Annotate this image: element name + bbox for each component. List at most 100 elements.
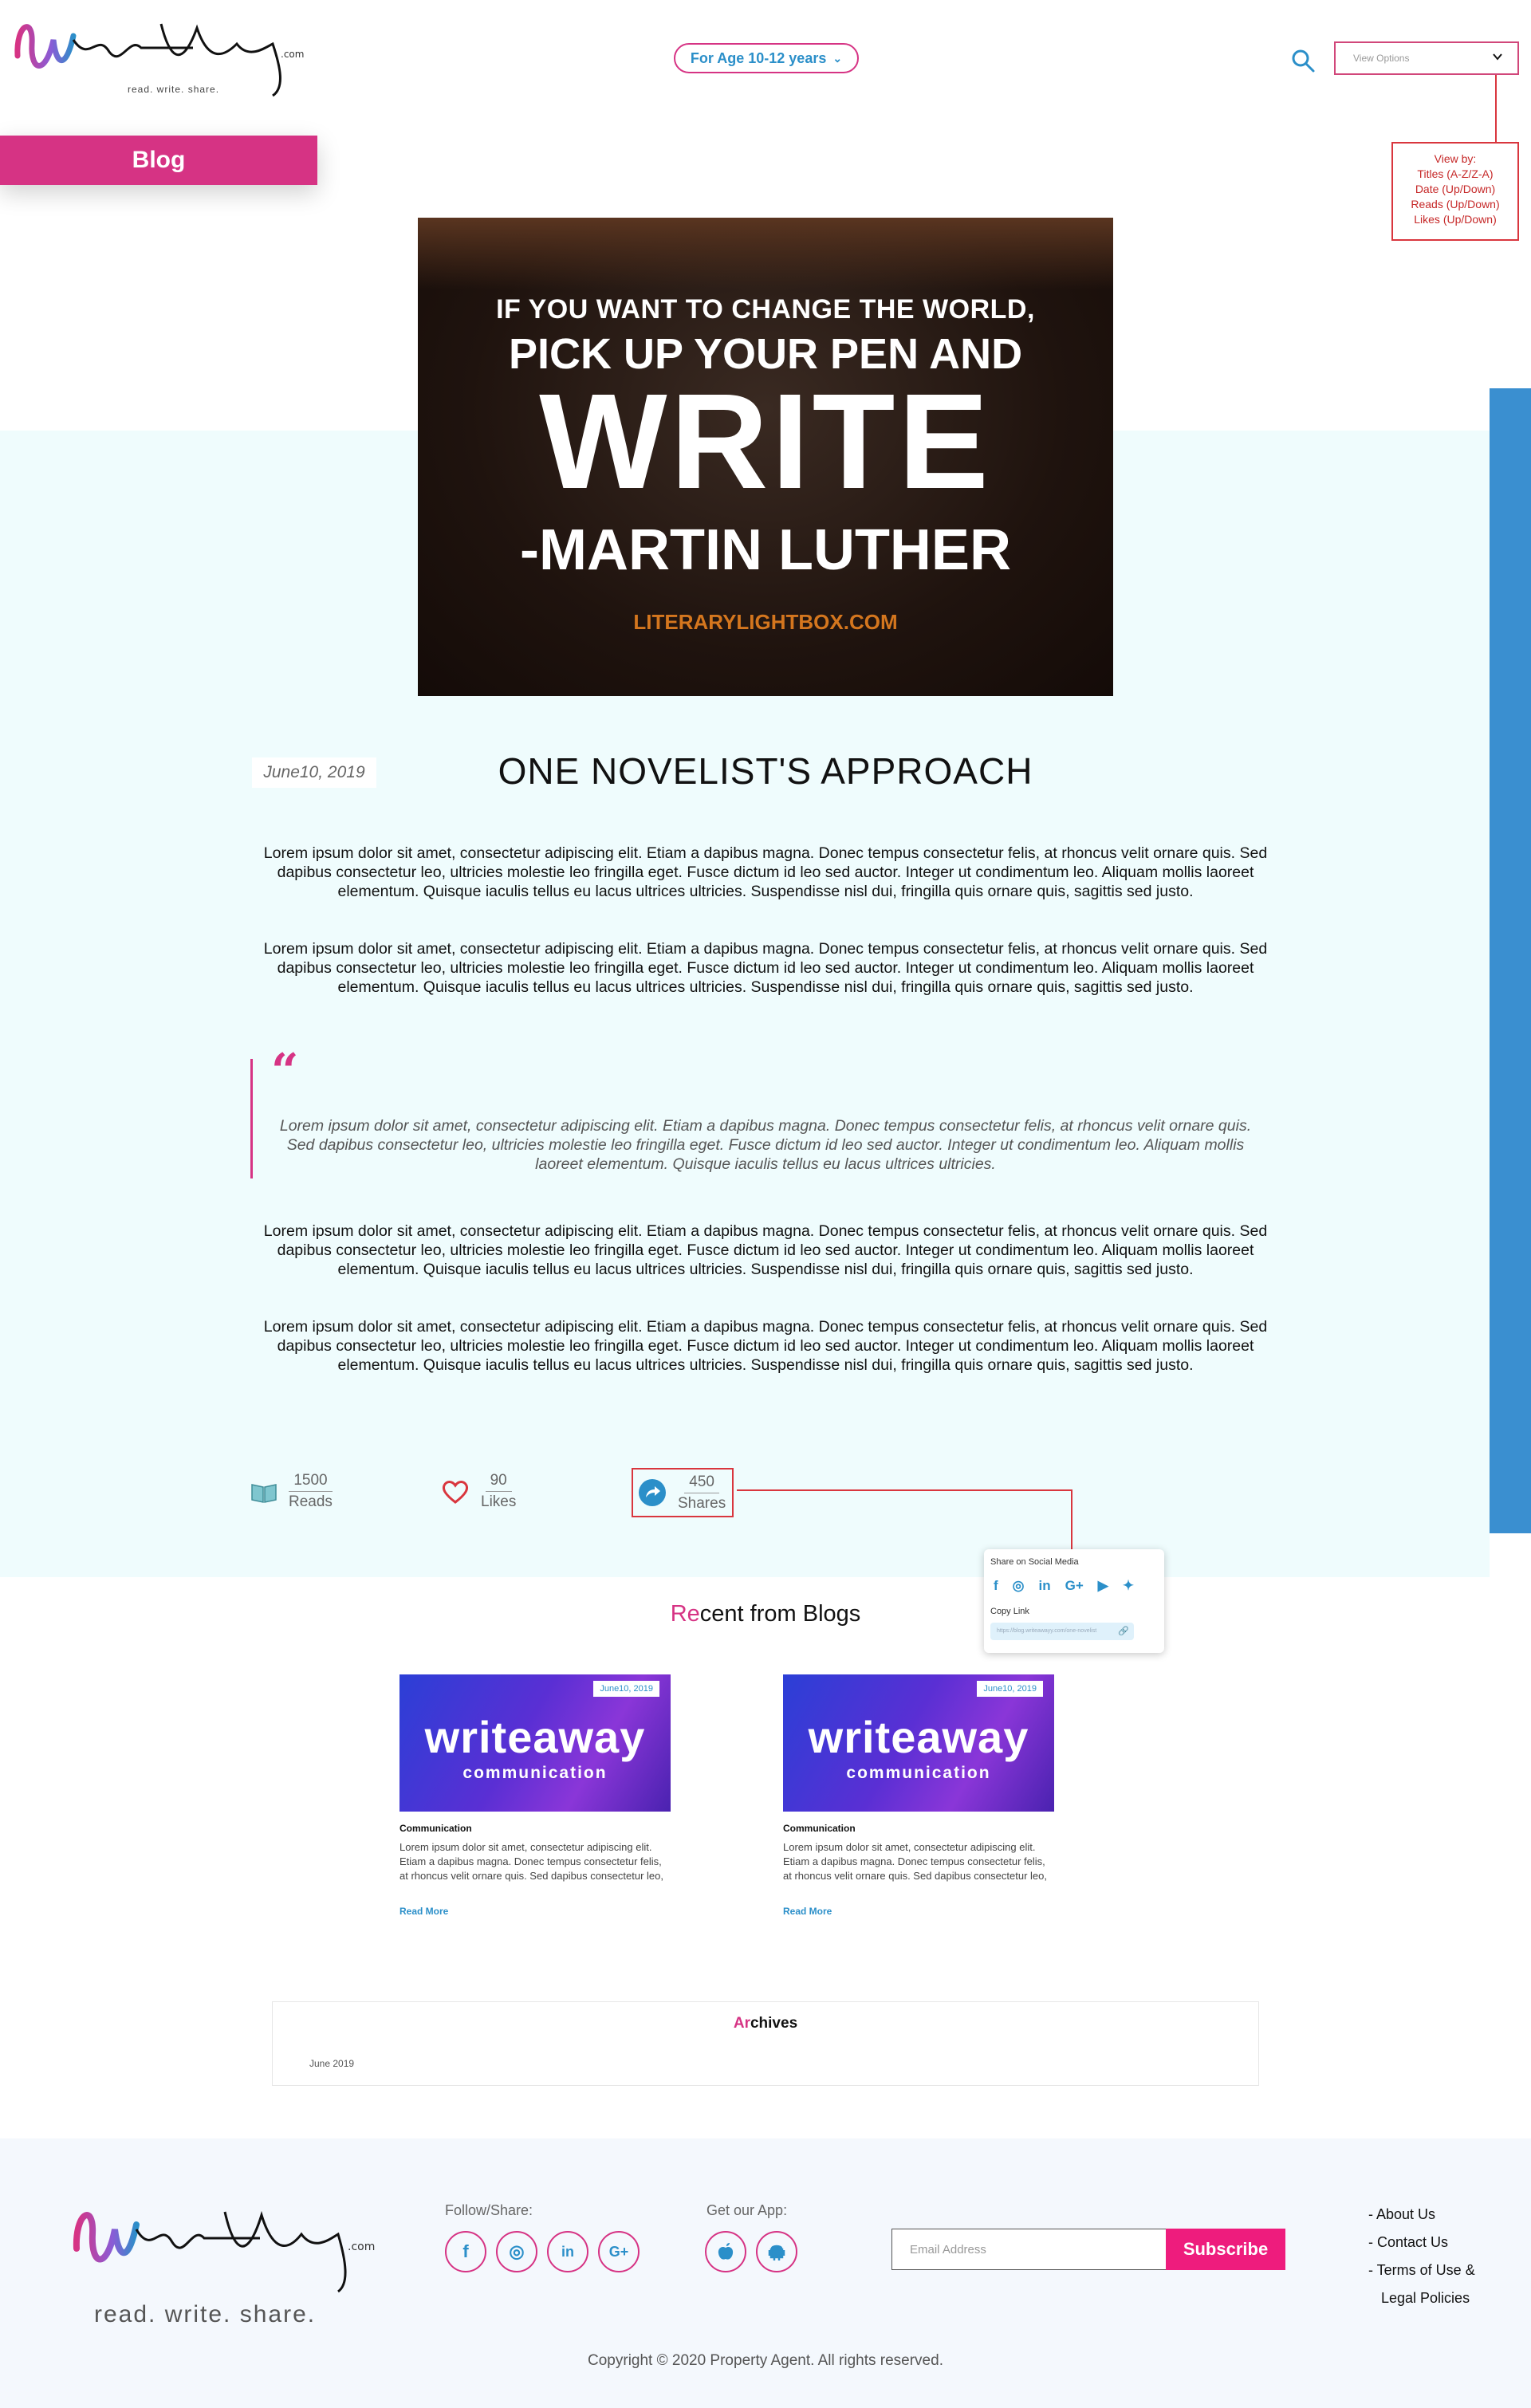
twitter-icon[interactable]: ✦: [1123, 1578, 1134, 1594]
blog-card-date: June10, 2019: [977, 1681, 1043, 1697]
copyright: Copyright © 2020 Property Agent. All rig…: [588, 2352, 943, 2369]
quote-icon: “: [271, 1044, 299, 1100]
linkedin-icon[interactable]: in: [547, 2231, 588, 2272]
google-plus-icon[interactable]: G+: [1065, 1578, 1084, 1594]
blog-card-image[interactable]: June10, 2019 writeaway communication: [783, 1674, 1054, 1812]
footer-tagline: read. write. share.: [94, 2301, 317, 2327]
chevron-down-icon: ⌄: [832, 51, 843, 65]
linkedin-icon[interactable]: in: [1039, 1578, 1051, 1594]
instagram-icon[interactable]: ◎: [496, 2231, 537, 2272]
right-scroll-bar[interactable]: [1490, 388, 1531, 1533]
post-paragraph: Lorem ipsum dolor sit amet, consectetur …: [263, 1318, 1268, 1374]
share-popup-title: Share on Social Media: [990, 1557, 1079, 1567]
post-date: June10, 2019: [252, 757, 376, 788]
hero-text-line: IF YOU WANT TO CHANGE THE WORLD,: [496, 294, 1035, 325]
view-note-item: Reads (Up/Down): [1411, 198, 1500, 211]
android-glyph: [768, 2245, 785, 2260]
blog-card-category: Communication: [783, 1823, 856, 1834]
app-title: Get our App:: [706, 2202, 788, 2218]
shares-count: 450: [684, 1472, 719, 1493]
footer-logo[interactable]: .com: [69, 2193, 388, 2304]
archive-item[interactable]: June 2019: [309, 2058, 354, 2069]
view-note-item: Titles (A-Z/Z-A): [1417, 167, 1494, 180]
reads-stat: 1500 Reads: [250, 1470, 333, 1513]
google-plus-icon[interactable]: G+: [598, 2231, 640, 2272]
age-filter-button[interactable]: For Age 10-12 years ⌄: [674, 43, 859, 73]
recent-title-rest: cent from Blogs: [699, 1601, 861, 1627]
age-filter-label: For Age 10-12 years: [690, 49, 827, 66]
blog-card-category: Communication: [399, 1823, 472, 1834]
blog-card-date: June10, 2019: [593, 1681, 659, 1697]
hero-image: IF YOU WANT TO CHANGE THE WORLD, PICK UP…: [418, 218, 1113, 696]
archives-title-highlight: Ar: [733, 2015, 750, 2032]
blog-tab[interactable]: Blog: [0, 136, 317, 185]
instagram-icon[interactable]: ◎: [1013, 1578, 1025, 1594]
blog-card[interactable]: June10, 2019 writeaway communication Com…: [399, 1674, 671, 1917]
apple-icon[interactable]: [705, 2231, 746, 2272]
svg-text:.com: .com: [281, 49, 304, 60]
heart-icon[interactable]: [441, 1479, 470, 1505]
reads-count: 1500: [289, 1470, 333, 1492]
blog-card[interactable]: June10, 2019 writeaway communication Com…: [783, 1674, 1054, 1917]
archives-box: Archives June 2019: [272, 2001, 1259, 2086]
hero-text-line: WRITE: [539, 366, 992, 517]
chevron-down-icon: [1493, 53, 1502, 61]
recent-blogs-title: Recent from Blogs: [0, 1601, 1531, 1627]
post-paragraph: Lorem ipsum dolor sit amet, consectetur …: [263, 1222, 1268, 1278]
footer-link-about[interactable]: - About Us: [1368, 2201, 1475, 2229]
apple-glyph: [718, 2243, 734, 2260]
search-icon[interactable]: [1289, 46, 1317, 75]
post-title: ONE NOVELIST'S APPROACH: [498, 750, 1033, 792]
view-options-select[interactable]: View Options: [1334, 41, 1519, 75]
logo[interactable]: .com read. write. share.: [10, 8, 321, 104]
svg-text:.com: .com: [348, 2241, 375, 2253]
blog-card-excerpt: Lorem ipsum dolor sit amet, consectetur …: [783, 1841, 1047, 1882]
blog-card-image-title: writeaway: [808, 1712, 1029, 1762]
logo-tagline: read. write. share.: [128, 84, 220, 95]
follow-title: Follow/Share:: [445, 2202, 533, 2218]
blog-card-image-subtitle: communication: [846, 1764, 991, 1782]
android-icon[interactable]: [756, 2231, 797, 2272]
view-note-item: Date (Up/Down): [1415, 183, 1496, 195]
shares-label: Shares: [678, 1494, 726, 1512]
email-field[interactable]: Email Address: [891, 2229, 1166, 2270]
share-icon: [639, 1479, 666, 1506]
page: .com read. write. share. For Age 10-12 y…: [0, 0, 1531, 2408]
blockquote: Lorem ipsum dolor sit amet, consectetur …: [279, 1117, 1252, 1173]
book-icon: [251, 1483, 277, 1503]
facebook-icon[interactable]: f: [445, 2231, 486, 2272]
hero-source: LITERARYLIGHTBOX.COM: [633, 610, 898, 634]
view-note-title: View by:: [1434, 152, 1477, 165]
annotation-line: [1495, 75, 1497, 142]
annotation-line: [1071, 1489, 1072, 1549]
blog-card-image-subtitle: communication: [462, 1764, 608, 1782]
recent-title-highlight: Re: [670, 1601, 700, 1627]
facebook-icon[interactable]: f: [994, 1578, 998, 1594]
blog-card-image-title: writeaway: [424, 1712, 646, 1762]
post-paragraph: Lorem ipsum dolor sit amet, consectetur …: [263, 844, 1268, 900]
footer-link-contact[interactable]: - Contact Us: [1368, 2229, 1475, 2257]
email-placeholder: Email Address: [910, 2242, 986, 2257]
footer-link-terms[interactable]: - Terms of Use &: [1368, 2257, 1475, 2284]
archives-title: Archives: [273, 2015, 1258, 2032]
post-paragraph: Lorem ipsum dolor sit amet, consectetur …: [263, 940, 1268, 996]
likes-stat[interactable]: 90 Likes: [441, 1470, 516, 1513]
likes-label: Likes: [481, 1493, 517, 1510]
view-options-placeholder: View Options: [1353, 53, 1410, 64]
subscribe-button[interactable]: Subscribe: [1166, 2229, 1285, 2270]
shares-button[interactable]: 450 Shares: [632, 1468, 734, 1517]
quote-bar: [250, 1059, 253, 1178]
annotation-line: [737, 1489, 1072, 1491]
read-more-link[interactable]: Read More: [399, 1906, 671, 1917]
footer-links: - About Us - Contact Us - Terms of Use &…: [1368, 2201, 1475, 2312]
footer-logo-mark: .com: [73, 2210, 375, 2293]
copy-link-value: https://blog.writeawayy.com/one-novelist: [997, 1628, 1097, 1634]
archives-title-rest: chives: [750, 2015, 798, 2032]
read-more-link[interactable]: Read More: [783, 1906, 1054, 1917]
reads-label: Reads: [289, 1493, 333, 1510]
footer-link-legal[interactable]: Legal Policies: [1368, 2284, 1475, 2312]
youtube-icon[interactable]: ▶: [1098, 1578, 1108, 1594]
hero-text-line: -MARTIN LUTHER: [520, 518, 1011, 582]
blog-card-image[interactable]: June10, 2019 writeaway communication: [399, 1674, 671, 1812]
blog-card-excerpt: Lorem ipsum dolor sit amet, consectetur …: [399, 1841, 663, 1882]
